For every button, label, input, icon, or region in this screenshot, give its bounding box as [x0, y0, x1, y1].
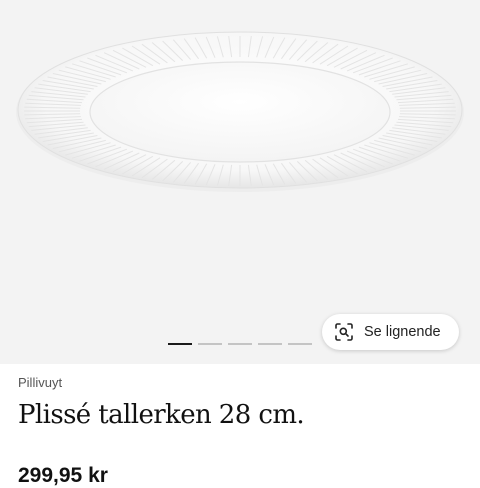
product-image: [16, 31, 464, 192]
product-image-gallery[interactable]: Se lignende: [0, 0, 480, 364]
product-price: 299,95 kr: [18, 464, 108, 487]
carousel-dot-1[interactable]: [168, 343, 192, 345]
carousel-dot-2[interactable]: [198, 343, 222, 345]
product-title: Plissé tallerken 28 cm.: [18, 400, 305, 430]
see-similar-button[interactable]: Se lignende: [322, 314, 459, 350]
product-brand[interactable]: Pillivuyt: [18, 375, 62, 390]
see-similar-label: Se lignende: [364, 324, 441, 340]
visual-search-icon: [333, 321, 355, 343]
carousel-indicator: [168, 343, 312, 345]
carousel-dot-5[interactable]: [288, 343, 312, 345]
carousel-dot-3[interactable]: [228, 343, 252, 345]
carousel-dot-4[interactable]: [258, 343, 282, 345]
